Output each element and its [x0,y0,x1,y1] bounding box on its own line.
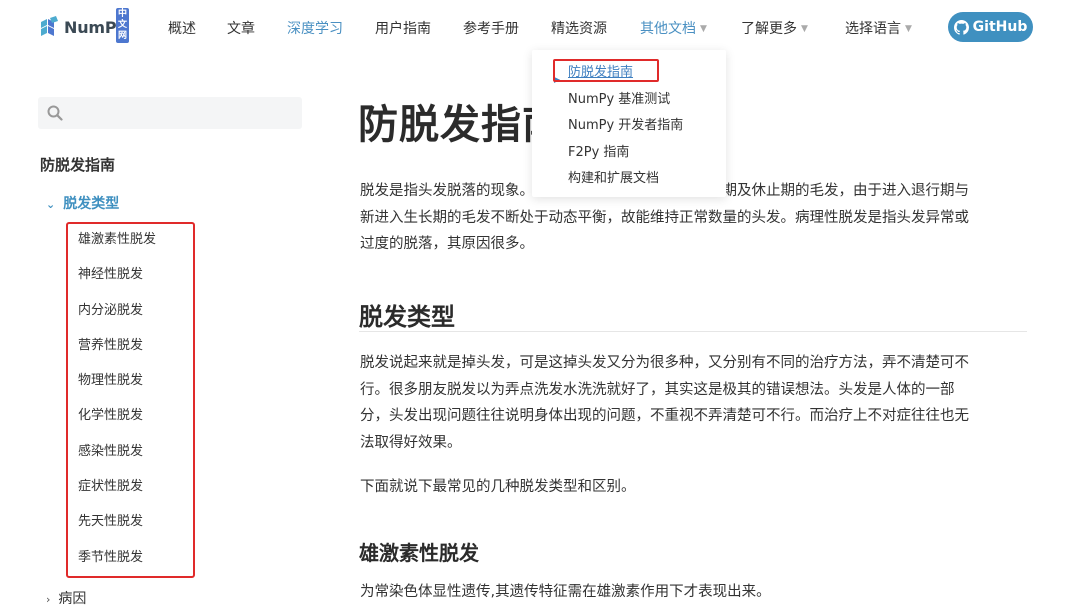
dropdown-item-f2py-guide[interactable]: F2Py 指南 [532,142,726,169]
types-line: 脱发说起来就是掉头发，可是这掉头发又分为很多种，又分别有不同的治疗方法，弄不清楚… [360,355,969,371]
nav-item-overview[interactable]: 概述 [168,18,196,38]
sidebar-section-label: 脱发类型 [63,196,120,212]
dropdown-item-benchmarks[interactable]: NumPy 基准测试 [532,89,726,116]
sidebar-section-hair-loss-types[interactable]: ⌄ 脱发类型 [46,193,119,213]
sidebar-item-chemical[interactable]: 化学性脱发 [66,398,194,433]
nav-item-language[interactable]: 选择语言 ▼ [845,18,912,38]
dropdown-item-label: 构建和扩展文档 [568,171,660,186]
sidebar-item-neurogenic[interactable]: 神经性脱发 [66,257,194,292]
heading-divider [359,331,1027,332]
androgenetic-paragraph: 为常染色体显性遗传,其遗传特征需在雄激素作用下才表现出来。 [360,584,771,600]
dropdown-item-build-docs[interactable]: 构建和扩展文档 [532,168,726,195]
caret-down-icon: ▼ [801,24,808,34]
caret-down-icon: ▼ [905,24,912,34]
dropdown-item-label: NumPy 基准测试 [568,91,671,107]
subsection-heading-androgenetic: 雄激素性脱发 [359,541,479,565]
nav-item-learn-more[interactable]: 了解更多 ▼ [741,18,808,38]
chevron-right-icon: › [46,593,51,606]
numpy-logo[interactable]: NumPy 中文网 [38,8,130,43]
sidebar-item-symptomatic[interactable]: 症状性脱发 [66,469,194,504]
sidebar-item-androgenetic[interactable]: 雄激素性脱发 [66,222,194,257]
nav-item-other-docs[interactable]: 其他文档 ▼ [640,18,707,38]
github-button[interactable]: GitHub [948,12,1033,42]
nav-item-articles[interactable]: 文章 [227,18,255,38]
sidebar-item-nutritional[interactable]: 营养性脱发 [66,328,194,363]
sidebar-title: 防脱发指南 [40,156,116,174]
nav-label: 深度学习 [287,21,343,37]
nav-label: 选择语言 [845,21,901,37]
intro-line: 新进入生长期的毛发不断处于动态平衡，故能维持正常数量的头发。病理性脱发是指头发异… [360,209,969,226]
github-label: GitHub [972,19,1028,35]
sidebar-item-physical[interactable]: 物理性脱发 [66,363,194,398]
dropdown-item-hair-loss-guide[interactable]: ▶ 防脱发指南 [532,62,726,89]
types-line: 法取得好效果。 [360,434,462,451]
caret-down-icon: ▼ [700,24,707,34]
nav-item-user-guide[interactable]: 用户指南 [375,18,431,38]
logo-badge: 中文网 [116,8,130,43]
search-input[interactable] [70,102,290,124]
chevron-down-icon: ⌄ [46,198,56,211]
types-line: 分，头发出现问题往往说明身体出现的问题，不重视不弄清楚可不行。而治疗上不对症往往… [360,408,969,424]
section-heading-types: 脱发类型 [359,303,455,331]
sidebar-section-label: 病因 [58,591,87,607]
intro-line: 过度的脱落，其原因很多。 [360,236,534,252]
other-docs-dropdown: ▶ 防脱发指南 NumPy 基准测试 NumPy 开发者指南 F2Py 指南 构… [532,50,726,197]
common-types-intro: 下面就说下最常见的几种脱发类型和区别。 [360,479,636,495]
nav-label: 文章 [227,21,255,37]
numpy-logo-icon [41,16,58,36]
nav-label: 了解更多 [741,21,797,37]
dropdown-item-label: 防脱发指南 [568,65,634,80]
nav-label: 概述 [168,21,196,37]
github-icon [953,19,969,35]
search-icon [47,105,63,121]
nav-label: 其他文档 [640,21,696,37]
sidebar-section-causes[interactable]: › 病因 [46,588,86,608]
nav-label: 精选资源 [551,21,607,37]
sidebar-item-congenital[interactable]: 先天性脱发 [66,504,194,539]
dropdown-item-label: NumPy 开发者指南 [568,118,684,133]
types-line: 行。很多朋友脱发以为弄点洗发水洗洗就好了，其实这是极其的错误想法。头发是人体的一… [360,381,955,398]
nav-item-resources[interactable]: 精选资源 [551,18,607,38]
nav-item-deep-learning[interactable]: 深度学习 [287,18,343,38]
top-navbar: NumPy 中文网 概述 文章 深度学习 用户指南 参考手册 精选资源 其他文档… [0,0,1080,54]
sidebar-search[interactable] [38,97,302,129]
types-paragraph: 脱发说起来就是掉头发，可是这掉头发又分为很多种，又分别有不同的治疗方法，弄不清楚… [360,350,1026,456]
nav-label: 用户指南 [375,21,431,37]
sidebar-item-endocrine[interactable]: 内分泌脱发 [66,293,194,328]
nav-item-reference[interactable]: 参考手册 [463,18,519,38]
dropdown-item-dev-guide[interactable]: NumPy 开发者指南 [532,115,726,142]
sidebar-item-seasonal[interactable]: 季节性脱发 [66,540,194,575]
nav-label: 参考手册 [463,21,519,37]
sidebar-item-infectious[interactable]: 感染性脱发 [66,434,194,469]
dropdown-item-label: F2Py 指南 [568,144,630,160]
sidebar-sub-list: 雄激素性脱发 神经性脱发 内分泌脱发 营养性脱发 物理性脱发 化学性脱发 感染性… [66,222,194,575]
